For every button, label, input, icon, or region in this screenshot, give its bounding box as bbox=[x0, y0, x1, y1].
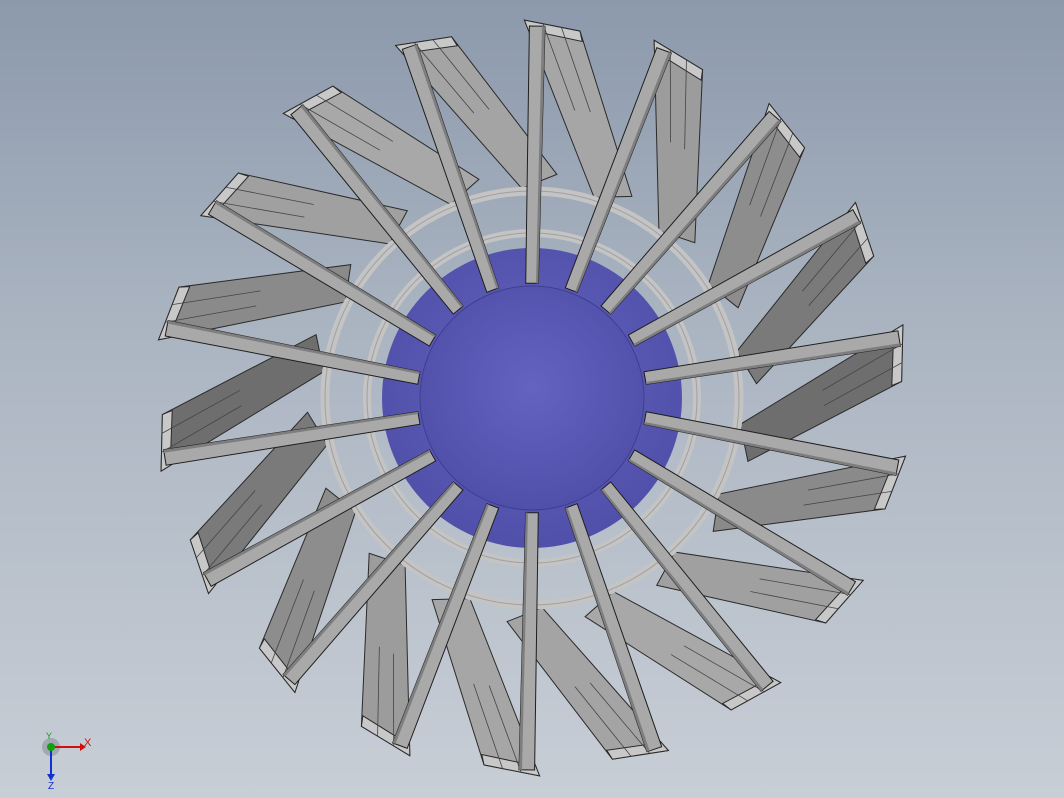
triad-y-dot bbox=[47, 743, 55, 751]
impeller-model-view[interactable] bbox=[0, 0, 1064, 798]
triad-z-arrow bbox=[47, 774, 55, 781]
triad-x-label: X bbox=[84, 737, 92, 749]
graphics-viewport[interactable]: X Y Z bbox=[0, 0, 1064, 798]
hub-center bbox=[419, 285, 645, 511]
impeller-body bbox=[157, 19, 907, 777]
triad-z-label: Z bbox=[48, 781, 54, 790]
triad-y-label: Y bbox=[46, 731, 52, 741]
axis-triad: X Y Z bbox=[42, 731, 92, 790]
